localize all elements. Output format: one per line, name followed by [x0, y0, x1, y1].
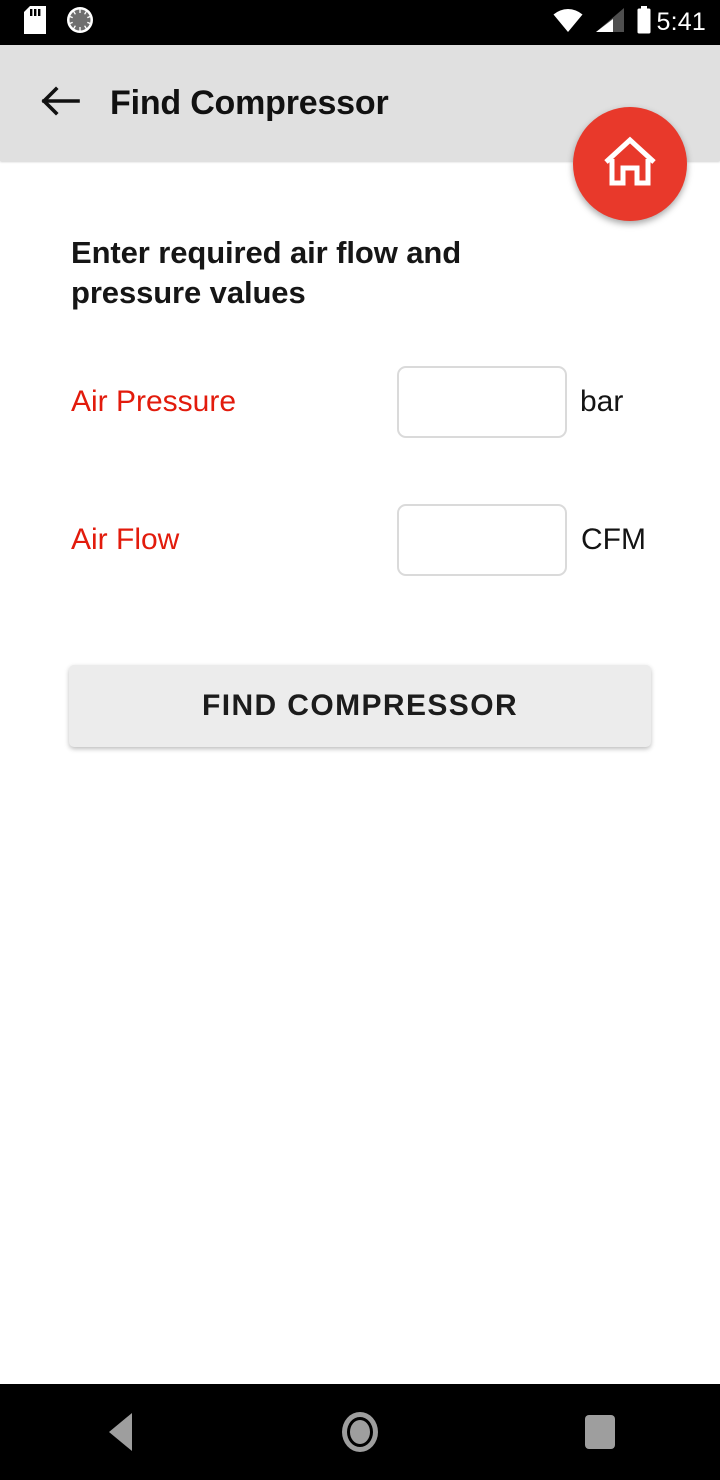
- status-bar-left-icons: [24, 6, 94, 39]
- field-row-air-pressure: Air Pressure bar: [0, 364, 720, 440]
- back-nav-button[interactable]: [34, 76, 88, 130]
- cellular-signal-icon: [595, 7, 625, 38]
- system-nav-bar: [0, 1384, 720, 1480]
- nav-recents-button[interactable]: [552, 1384, 648, 1480]
- nav-home-button[interactable]: [312, 1384, 408, 1480]
- form-heading: Enter required air flow and pressure val…: [71, 235, 462, 310]
- air-pressure-input[interactable]: [397, 366, 567, 438]
- status-bar: 5:41: [0, 0, 720, 45]
- page-title: Find Compressor: [110, 83, 389, 122]
- status-bar-clock: 5:41: [656, 8, 706, 36]
- wifi-icon: [552, 7, 584, 38]
- main-content: Enter required air flow and pressure val…: [0, 161, 720, 1384]
- nav-back-button[interactable]: [72, 1384, 168, 1480]
- battery-icon: [636, 6, 652, 39]
- sync-spinner-icon: [66, 6, 94, 39]
- home-fab-button[interactable]: [573, 107, 687, 221]
- arrow-left-icon: [39, 84, 83, 123]
- find-compressor-button[interactable]: FIND COMPRESSOR: [69, 665, 651, 747]
- air-pressure-label: Air Pressure: [71, 385, 237, 418]
- home-icon: [601, 134, 659, 195]
- air-flow-input[interactable]: [397, 504, 567, 576]
- air-pressure-unit: bar: [580, 385, 624, 418]
- status-bar-right-icons: [552, 6, 652, 39]
- air-flow-label: Air Flow: [71, 523, 180, 556]
- air-flow-unit: CFM: [581, 523, 646, 556]
- square-recents-icon: [585, 1415, 615, 1449]
- field-row-air-flow: Air Flow CFM: [0, 502, 720, 578]
- circle-home-icon: [342, 1412, 378, 1452]
- triangle-back-icon: [108, 1413, 132, 1451]
- sd-card-icon: [24, 6, 46, 39]
